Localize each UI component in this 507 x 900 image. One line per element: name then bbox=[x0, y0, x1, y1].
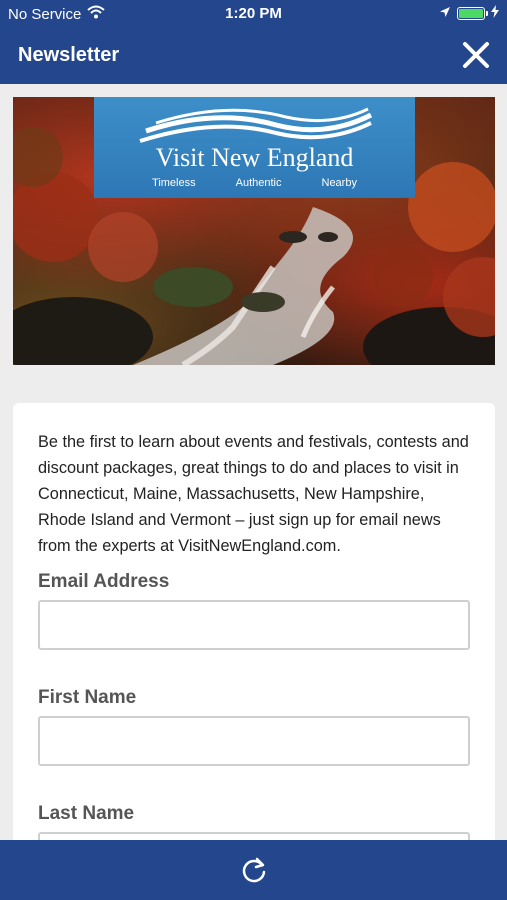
battery-icon bbox=[457, 7, 488, 20]
tagline: Timeless bbox=[152, 177, 196, 189]
tagline: Nearby bbox=[321, 177, 357, 189]
email-field[interactable] bbox=[38, 600, 470, 650]
status-bar: No Service 1:20 PM bbox=[0, 0, 507, 28]
page-title: Newsletter bbox=[18, 44, 120, 66]
logo-taglines: Timeless Authentic Nearby bbox=[94, 177, 415, 189]
logo-title: Visit New England bbox=[155, 143, 354, 172]
close-icon[interactable] bbox=[461, 40, 491, 70]
tagline: Authentic bbox=[235, 177, 282, 189]
banner-image: Visit New England Timeless Authentic Nea… bbox=[13, 97, 495, 365]
logo-swoosh-icon bbox=[139, 107, 373, 143]
refresh-icon[interactable] bbox=[240, 856, 268, 884]
clock: 1:20 PM bbox=[225, 5, 282, 22]
first-name-label: First Name bbox=[38, 687, 137, 708]
bottom-toolbar bbox=[0, 840, 507, 900]
intro-text: Be the first to learn about events and f… bbox=[38, 433, 469, 555]
status-right bbox=[439, 5, 499, 22]
last-name-label: Last Name bbox=[38, 803, 135, 824]
first-name-field[interactable] bbox=[38, 716, 470, 766]
email-label: Email Address bbox=[38, 571, 170, 592]
visit-new-england-logo: Visit New England Timeless Authentic Nea… bbox=[94, 97, 415, 198]
charging-bolt-icon bbox=[491, 5, 499, 22]
location-arrow-icon bbox=[439, 5, 451, 22]
nav-bar: Newsletter bbox=[0, 28, 507, 84]
signup-form-card: Be the first to learn about events and f… bbox=[13, 403, 495, 882]
